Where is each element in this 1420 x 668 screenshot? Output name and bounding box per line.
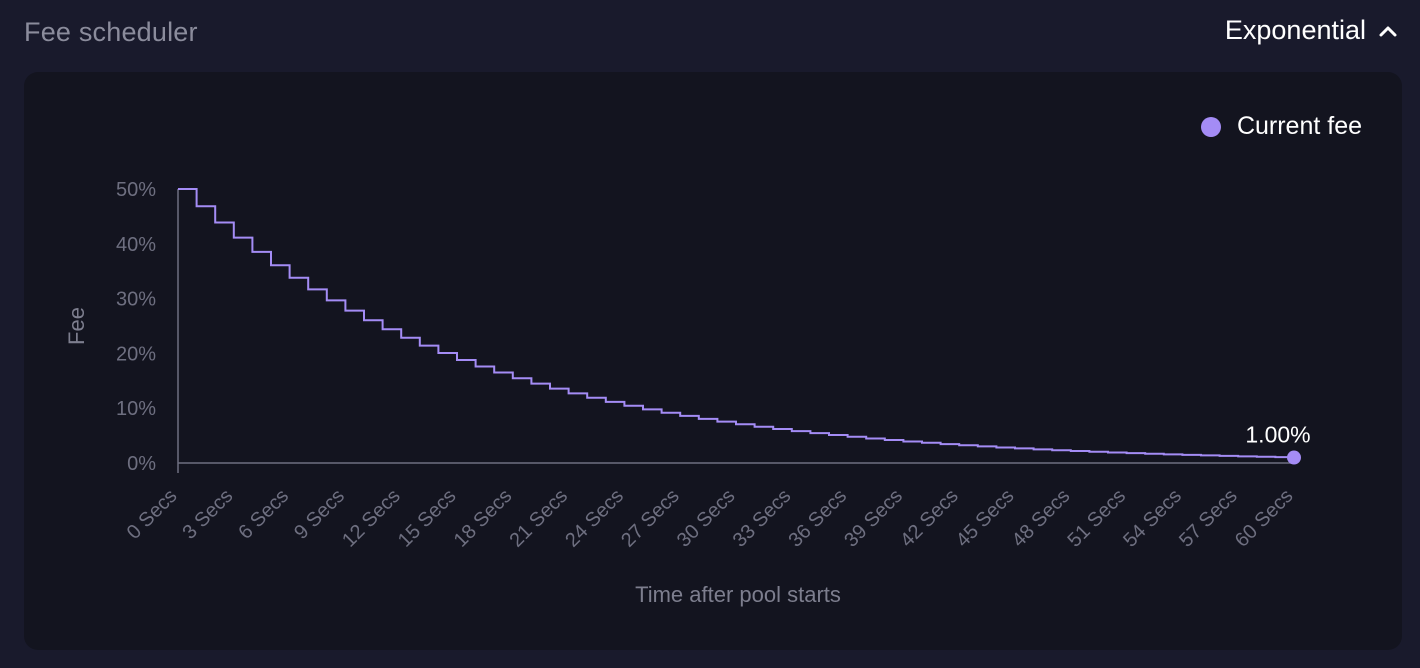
x-axis-title: Time after pool starts <box>635 582 841 607</box>
x-tick-label: 39 Secs <box>840 485 907 552</box>
y-tick-label: 20% <box>116 343 156 365</box>
y-tick-label: 0% <box>127 453 156 475</box>
x-tick-label: 12 Secs <box>338 485 405 552</box>
x-tick-label: 60 Secs <box>1231 485 1298 552</box>
x-tick-label: 3 Secs <box>179 485 238 544</box>
current-fee-point[interactable] <box>1287 450 1301 465</box>
y-tick-label: 10% <box>116 398 156 420</box>
x-tick-label: 51 Secs <box>1063 485 1130 552</box>
legend-swatch <box>1200 116 1221 137</box>
chart-card: 0% 10% 20% 30% 40% 50% 0 Secs 3 Secs 6 Secs 9 Se… <box>24 72 1402 650</box>
y-tick-label: 30% <box>116 289 156 311</box>
x-tick-label: 15 Secs <box>394 485 461 552</box>
x-tick-label: 45 Secs <box>952 485 1019 552</box>
y-tick-label: 50% <box>116 179 156 201</box>
x-tick-label: 42 Secs <box>896 485 963 552</box>
x-tick-label: 36 Secs <box>784 485 851 552</box>
header: Fee scheduler Exponential <box>0 0 1420 68</box>
fee-mode-toggle[interactable]: Exponential <box>1225 15 1398 46</box>
x-tick-label: 54 Secs <box>1119 485 1186 552</box>
x-tick-label: 57 Secs <box>1175 485 1242 552</box>
fee-mode-label: Exponential <box>1224 15 1366 45</box>
section-title: Fee scheduler <box>24 17 198 47</box>
x-tick-label: 30 Secs <box>673 485 740 552</box>
x-tick-label: 24 Secs <box>561 485 628 552</box>
x-tick-label: 21 Secs <box>505 485 572 552</box>
y-axis-title: Fee <box>64 307 89 345</box>
fee-step-line <box>178 188 1295 459</box>
x-tick-label: 6 Secs <box>234 485 293 544</box>
x-tick-label: 0 Secs <box>123 485 182 544</box>
y-tick-label: 40% <box>116 234 156 256</box>
current-fee-value: 1.00% <box>1245 422 1310 448</box>
legend: Current fee <box>1200 112 1362 141</box>
legend-label: Current fee <box>1236 112 1362 140</box>
fee-chart: 0%10%20%30%40%50% 0 Secs3 Secs6 Secs9 Se… <box>64 179 1311 607</box>
x-tick-label: 48 Secs <box>1008 485 1075 552</box>
x-tick-label: 18 Secs <box>450 485 517 552</box>
x-tick-label: 27 Secs <box>617 485 684 552</box>
x-tick-label: 33 Secs <box>729 485 796 552</box>
chevron-up-icon <box>1379 26 1397 36</box>
